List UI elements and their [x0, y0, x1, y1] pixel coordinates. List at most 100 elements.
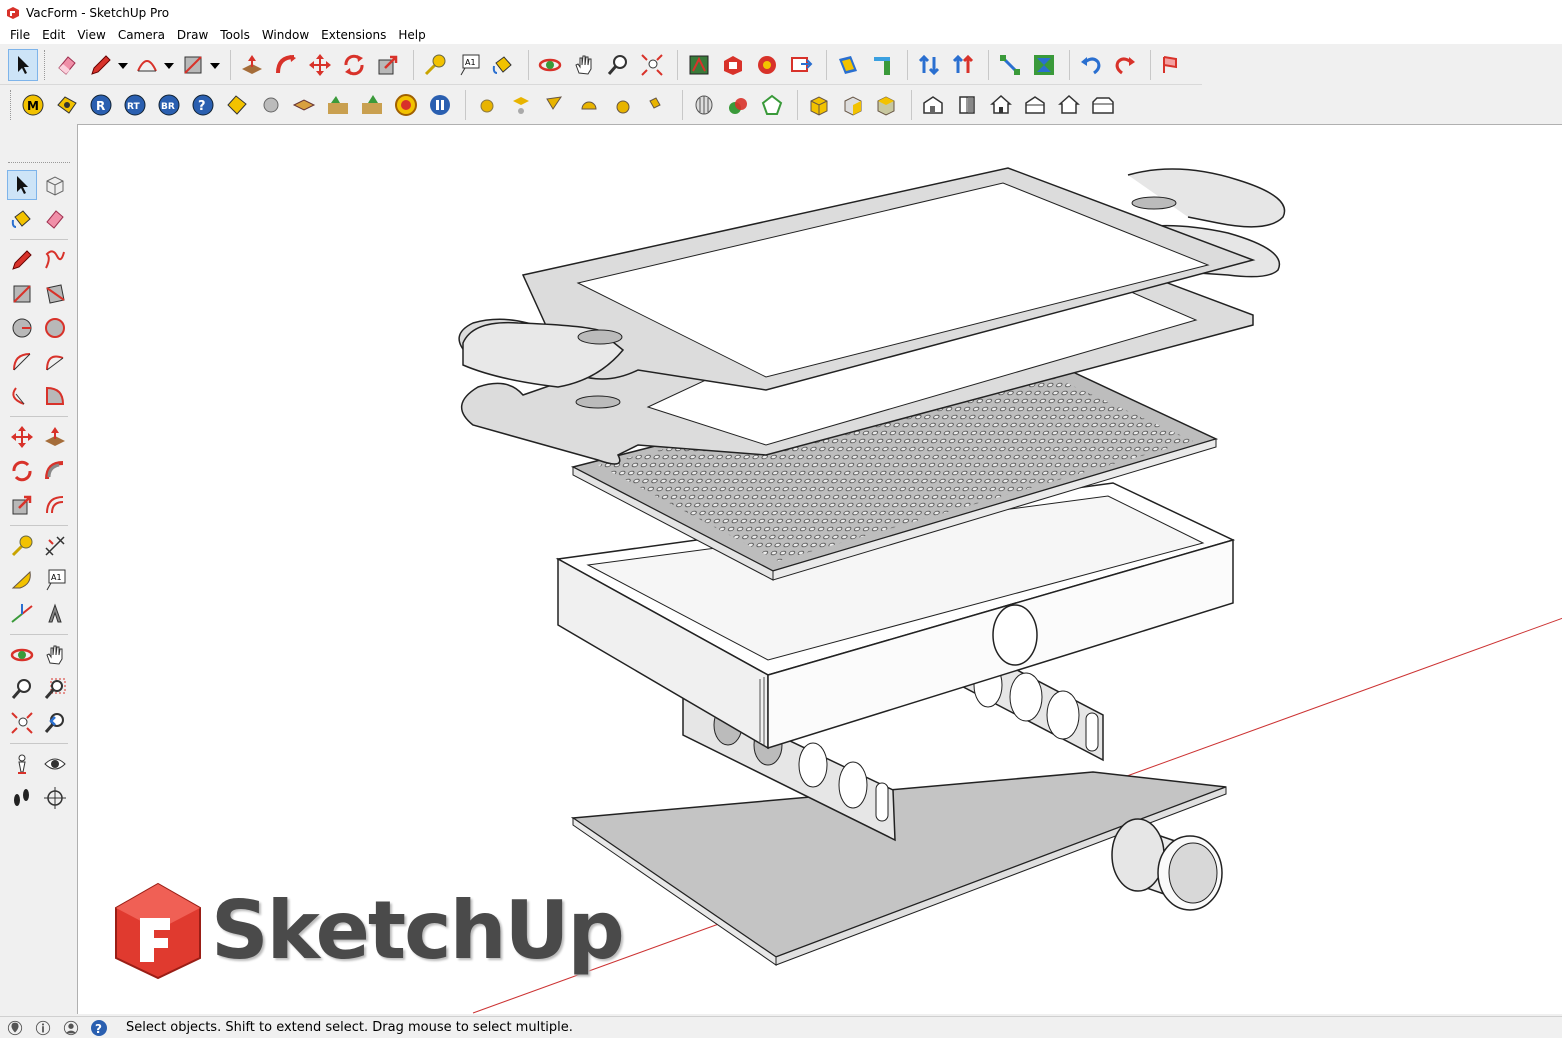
send-to-layout-button[interactable] [752, 49, 782, 81]
display-section-button[interactable] [867, 49, 897, 81]
3d-text-tool-button[interactable] [41, 599, 71, 629]
view-back-house-button[interactable] [1054, 89, 1084, 121]
rotated-rectangle-tool-button[interactable] [41, 279, 71, 309]
rectangle-dropdown[interactable] [208, 49, 222, 81]
ext-shell-button[interactable] [689, 89, 719, 121]
ext-spot-button[interactable] [642, 89, 672, 121]
ext-wheel-button[interactable] [52, 89, 82, 121]
menu-camera[interactable]: Camera [112, 26, 171, 44]
menu-tools[interactable]: Tools [214, 26, 256, 44]
ext-yellow-sphere-button[interactable] [472, 89, 502, 121]
instructor-button[interactable]: ? [90, 1019, 108, 1037]
model-viewport[interactable]: SketchUp [77, 124, 1562, 1014]
components-button[interactable] [786, 49, 816, 81]
position-camera-button[interactable] [7, 749, 37, 779]
follow-me-tool-button[interactable] [271, 49, 301, 81]
sandbox-button[interactable] [1157, 49, 1187, 81]
walk-tool-button[interactable] [7, 783, 37, 813]
paint-bucket-tool-button[interactable] [488, 49, 518, 81]
orbit-tool-button[interactable] [535, 49, 565, 81]
2pt-arc-tool-button[interactable] [41, 347, 71, 377]
menu-file[interactable]: File [4, 26, 36, 44]
menu-draw[interactable]: Draw [171, 26, 214, 44]
pencil-tool-button[interactable] [86, 49, 116, 81]
zoom-window-tool-button[interactable] [41, 674, 71, 704]
select-tool-button[interactable] [8, 48, 38, 81]
menu-extensions[interactable]: Extensions [315, 26, 392, 44]
push-pull-tool-button[interactable] [237, 49, 267, 81]
zoom-extents-tool-button[interactable] [7, 708, 37, 738]
ext-sphere-button[interactable] [256, 89, 286, 121]
account-button[interactable] [62, 1019, 80, 1037]
zoom-tool-button[interactable] [603, 49, 633, 81]
ext-tag-button[interactable] [222, 89, 252, 121]
text-tool-button[interactable]: A1 [41, 565, 71, 595]
flip-axes-button[interactable] [914, 49, 944, 81]
ext-m-button[interactable]: M [18, 89, 48, 121]
arc-tool-button[interactable] [7, 347, 37, 377]
view-front-box-button[interactable] [804, 89, 834, 121]
ext-union-button[interactable] [723, 89, 753, 121]
zoom-tool-button[interactable] [7, 674, 37, 704]
arc-dropdown[interactable] [162, 49, 176, 81]
undo-button[interactable] [1076, 49, 1106, 81]
orbit-tool-button[interactable] [7, 640, 37, 670]
reverse-faces-button[interactable] [948, 49, 978, 81]
ext-br-button[interactable]: BR [154, 89, 184, 121]
text-tool-button[interactable]: A1 [454, 49, 484, 81]
rotate-tool-button[interactable] [339, 49, 369, 81]
dimension-tool-button[interactable] [41, 531, 71, 561]
view-top-box-button[interactable] [872, 89, 902, 121]
rectangle-tool-button[interactable] [178, 49, 208, 81]
push-pull-tool-button[interactable] [41, 422, 71, 452]
view-iso-house-button[interactable] [918, 89, 948, 121]
scale-tool-button[interactable] [7, 490, 37, 520]
move-tool-button[interactable] [7, 422, 37, 452]
arc-tool-button[interactable] [132, 49, 162, 81]
ext-render1-button[interactable] [323, 89, 353, 121]
pie-tool-button[interactable] [41, 381, 71, 411]
circle-tool-button[interactable] [7, 313, 37, 343]
rotate-tool-button[interactable] [7, 456, 37, 486]
ext-render2-button[interactable] [357, 89, 387, 121]
intersect-button[interactable] [995, 49, 1025, 81]
extension-warehouse-button[interactable] [718, 49, 748, 81]
tape-measure-tool-button[interactable] [7, 531, 37, 561]
ext-help-button[interactable]: ? [188, 89, 218, 121]
ext-subtract-button[interactable] [757, 89, 787, 121]
ext-half-sphere-button[interactable] [608, 89, 638, 121]
rectangle-tool-button[interactable] [7, 279, 37, 309]
paint-bucket-tool-button[interactable] [7, 204, 37, 234]
view-top-house-button[interactable] [952, 89, 982, 121]
ext-dome-button[interactable] [574, 89, 604, 121]
view-right-house-button[interactable] [1020, 89, 1050, 121]
menu-view[interactable]: View [71, 26, 111, 44]
follow-me-tool-button[interactable] [41, 456, 71, 486]
menu-help[interactable]: Help [392, 26, 431, 44]
3d-warehouse-button[interactable] [684, 49, 714, 81]
ext-r-button[interactable]: R [86, 89, 116, 121]
view-front-house-button[interactable] [986, 89, 1016, 121]
ext-flag-button[interactable] [540, 89, 570, 121]
pencil-dropdown[interactable] [116, 49, 130, 81]
3pt-arc-tool-button[interactable] [7, 381, 37, 411]
protractor-tool-button[interactable] [7, 565, 37, 595]
offset-tool-button[interactable] [41, 490, 71, 520]
solid-tools-button[interactable] [1029, 49, 1059, 81]
pan-tool-button[interactable] [569, 49, 599, 81]
make-component-button[interactable] [41, 170, 70, 200]
pan-tool-button[interactable] [41, 640, 71, 670]
section-plane-button[interactable] [833, 49, 863, 81]
previous-view-button[interactable] [41, 708, 71, 738]
geo-location-button[interactable] [6, 1019, 24, 1037]
ext-pause-button[interactable] [425, 89, 455, 121]
view-iso-box-button[interactable] [838, 89, 868, 121]
redo-button[interactable] [1110, 49, 1140, 81]
ext-rt-button[interactable]: RT [120, 89, 150, 121]
line-tool-button[interactable] [7, 245, 37, 275]
move-tool-button[interactable] [305, 49, 335, 81]
axes-tool-button[interactable] [7, 599, 37, 629]
view-left-house-button[interactable] [1088, 89, 1118, 121]
menu-window[interactable]: Window [256, 26, 315, 44]
eraser-tool-button[interactable] [41, 204, 71, 234]
